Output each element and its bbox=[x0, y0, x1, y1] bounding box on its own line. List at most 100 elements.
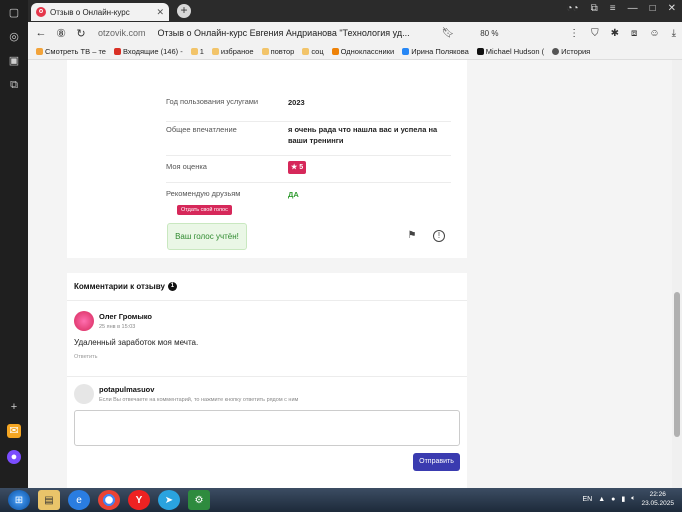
chrome-icon[interactable] bbox=[98, 490, 120, 510]
window-controls: ◔◔ ⧉ ≡ — □ ✕ bbox=[566, 3, 676, 14]
collections-icon[interactable]: ⧉ bbox=[7, 78, 21, 92]
minimize-icon[interactable]: — bbox=[628, 3, 638, 14]
bookmark-item[interactable]: Michael Hudson ( bbox=[476, 47, 544, 56]
ok-icon bbox=[331, 48, 339, 55]
tab-bar: o Отзыв о Онлайн-курс ✕ + ◔◔ ⧉ ≡ — □ ✕ bbox=[28, 0, 682, 22]
profile-icon[interactable]: ☺ bbox=[649, 28, 659, 39]
scrollbar[interactable] bbox=[672, 60, 682, 488]
review-row: Общее впечатление я очень рада что нашла… bbox=[166, 122, 451, 156]
new-tab-button[interactable]: + bbox=[177, 4, 191, 18]
volume-icon[interactable]: 🔈︎ bbox=[631, 495, 635, 503]
taskbar: ⊞ ▤ e Y ➤ ⚙ EN ▲ ● ▮ 🔈︎ 22:26 23.05.2025 bbox=[0, 488, 682, 512]
site-favicon-icon: o bbox=[36, 7, 46, 17]
translate-icon[interactable]: ⧈ bbox=[631, 28, 637, 39]
bookmark-item[interactable]: соц bbox=[302, 47, 324, 56]
ie-icon[interactable]: e bbox=[68, 490, 90, 510]
comment-text: Удаленный заработок моя мечта. bbox=[74, 338, 199, 347]
x-icon bbox=[476, 48, 484, 55]
menu-icon[interactable]: ▢ bbox=[7, 6, 21, 20]
menu-lines-icon[interactable]: ≡ bbox=[610, 3, 616, 14]
comments-count: 1 bbox=[167, 282, 177, 292]
folder-icon bbox=[190, 48, 198, 55]
bookmark-item[interactable]: История bbox=[552, 47, 590, 56]
form-username: potapulmasuov bbox=[99, 385, 155, 394]
bookmark-icon[interactable]: ⚑ bbox=[406, 230, 418, 242]
tray-app-icon[interactable]: ● bbox=[611, 496, 615, 503]
row-label: Общее впечатление bbox=[166, 125, 237, 134]
form-hint: Если Вы отвечаете на комментарий, то наж… bbox=[99, 397, 299, 403]
screenshot-icon[interactable]: ◎ bbox=[7, 30, 21, 44]
scrollbar-thumb[interactable] bbox=[674, 292, 680, 437]
reload-icon[interactable]: ↻ bbox=[74, 27, 88, 40]
report-icon[interactable]: ! bbox=[433, 230, 445, 242]
tray-arrow-icon[interactable]: ▲ bbox=[598, 496, 605, 503]
clock[interactable]: 22:26 23.05.2025 bbox=[641, 490, 674, 508]
star-icon: ★ bbox=[291, 164, 298, 171]
reader-icon[interactable]: ◔◔ bbox=[566, 3, 578, 14]
comments-card: Комментарии к отзыву 1 Олег Громыко 25 ян… bbox=[67, 273, 467, 488]
row-label: Год пользования услугами bbox=[166, 97, 259, 106]
url-domain[interactable]: otzovik.com bbox=[98, 28, 146, 38]
bookmark-item[interactable]: Одноклассники bbox=[331, 47, 394, 56]
tab-title: Отзыв о Онлайн-курс bbox=[50, 7, 130, 17]
avatar[interactable] bbox=[74, 311, 94, 331]
protect-icon[interactable]: ⑧ bbox=[54, 27, 68, 40]
browser-sidebar: ▢ ◎ ▣ ⧉ + ✉ ● bbox=[0, 0, 28, 488]
address-bar: ← ⑧ ↻ otzovik.com Отзыв о Онлайн-курс Ев… bbox=[28, 22, 682, 44]
bookmarks-bar: Смотреть ТВ – те Входящие (146) - 1 избр… bbox=[28, 44, 682, 60]
tab-one-icon[interactable]: ▣ bbox=[7, 54, 21, 68]
shield-icon[interactable]: ⛉ bbox=[591, 28, 599, 39]
vk-icon bbox=[402, 48, 410, 55]
url-page-title[interactable]: Отзыв о Онлайн-курс Евгения Андрианова "… bbox=[158, 28, 438, 38]
close-window-icon[interactable]: ✕ bbox=[668, 3, 676, 14]
bookmark-item[interactable]: избраное bbox=[211, 47, 254, 56]
more-icon[interactable]: ⋮ bbox=[569, 28, 579, 39]
back-icon[interactable]: ← bbox=[34, 27, 48, 39]
divider bbox=[67, 300, 467, 301]
history-icon bbox=[552, 48, 560, 55]
review-card: Год пользования услугами 2023 Общее впеч… bbox=[67, 60, 467, 258]
folder-icon bbox=[302, 48, 310, 55]
row-value: 2023 bbox=[288, 98, 305, 107]
telegram-icon[interactable]: ➤ bbox=[158, 490, 180, 510]
row-value: я очень рада что нашла вас и успела на в… bbox=[288, 125, 438, 145]
rating-badge: ★ 5 bbox=[288, 161, 448, 174]
page-content: Год пользования услугами 2023 Общее впеч… bbox=[28, 60, 682, 488]
bookmark-item[interactable]: Ирина Полякова bbox=[402, 47, 469, 56]
yandex-browser-icon[interactable]: Y bbox=[128, 490, 150, 510]
zoom-level[interactable]: 80 % bbox=[480, 29, 498, 38]
add-icon[interactable]: + bbox=[7, 400, 21, 414]
tabs-icon[interactable]: ⧉ bbox=[591, 3, 598, 14]
language-indicator[interactable]: EN bbox=[582, 496, 592, 503]
explorer-icon[interactable]: ▤ bbox=[38, 490, 60, 510]
tab-close-icon[interactable]: ✕ bbox=[156, 7, 164, 18]
download-icon[interactable]: ⤓ bbox=[672, 28, 676, 39]
send-button[interactable]: Отправить bbox=[413, 453, 460, 471]
reply-link[interactable]: Ответить bbox=[74, 354, 98, 360]
bookmark-item[interactable]: Смотреть ТВ – те bbox=[36, 47, 106, 56]
bookmark-item[interactable]: Входящие (146) - bbox=[113, 47, 183, 56]
folder-icon bbox=[261, 48, 269, 55]
alice-icon[interactable]: ● bbox=[7, 450, 21, 464]
app-icon[interactable]: ⚙ bbox=[188, 490, 210, 510]
folder-icon bbox=[211, 48, 219, 55]
vote-status-button[interactable]: Ваш голос учтён! bbox=[167, 223, 247, 250]
review-row: Год пользования услугами 2023 bbox=[166, 94, 451, 122]
system-tray: EN ▲ ● ▮ 🔈︎ 22:26 23.05.2025 bbox=[582, 490, 674, 508]
active-tab[interactable]: o Отзыв о Онлайн-курс ✕ bbox=[31, 3, 169, 21]
mail-icon[interactable]: ✉ bbox=[7, 424, 21, 438]
avatar bbox=[74, 384, 94, 404]
comment-author[interactable]: Олег Громыко bbox=[99, 312, 152, 321]
review-row: Моя оценка ★ 5 bbox=[166, 156, 451, 183]
extension-icon[interactable]: ✱ bbox=[611, 28, 619, 39]
bookmark-item[interactable]: 1 bbox=[190, 47, 204, 56]
bookmark-item[interactable]: повтор bbox=[261, 47, 294, 56]
comments-title: Комментарии к отзыву 1 bbox=[74, 282, 177, 292]
network-icon[interactable]: ▮ bbox=[621, 495, 625, 503]
comment-input[interactable] bbox=[74, 410, 460, 446]
maximize-icon[interactable]: □ bbox=[650, 3, 656, 14]
start-icon[interactable]: ⊞ bbox=[8, 490, 30, 510]
vote-tooltip: Отдать свой голос bbox=[177, 205, 232, 215]
bookmark-add-icon[interactable]: 🔖︎ bbox=[442, 28, 455, 39]
gmail-icon bbox=[113, 48, 121, 55]
